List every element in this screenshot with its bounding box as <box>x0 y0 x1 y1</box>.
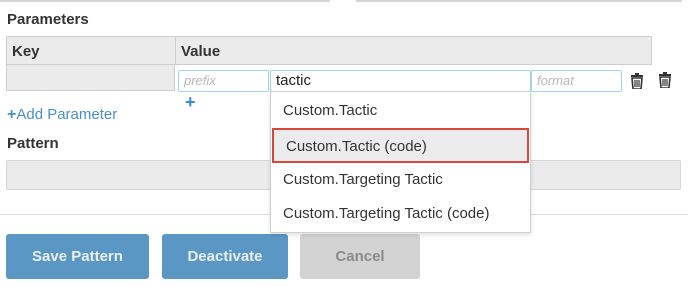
header-divider <box>175 37 176 65</box>
dropdown-item[interactable]: Custom.Targeting Tactic (code) <box>271 197 530 231</box>
trash-icon[interactable] <box>658 72 672 88</box>
parameters-heading: Parameters <box>7 11 89 28</box>
save-pattern-button[interactable]: Save Pattern <box>6 234 149 279</box>
add-parameter-link[interactable]: +Add Parameter <box>7 106 117 124</box>
dropdown-item[interactable]: Custom.Targeting Tactic <box>271 163 530 197</box>
prefix-input[interactable]: prefix <box>178 70 269 92</box>
top-field-edges <box>0 0 688 4</box>
add-parameter-label: Add Parameter <box>16 106 118 123</box>
format-input[interactable]: format <box>531 70 622 92</box>
key-cell[interactable] <box>6 65 175 91</box>
trash-icon[interactable] <box>630 73 644 89</box>
deactivate-button[interactable]: Deactivate <box>162 234 288 279</box>
table-header-row: Key Value <box>6 36 652 65</box>
top-field-right-edge <box>356 0 682 2</box>
cancel-button[interactable]: Cancel <box>300 234 420 279</box>
autocomplete-dropdown: Custom.Tactic Custom.Tactic (code) Custo… <box>270 91 531 233</box>
top-field-left-edge <box>0 0 330 2</box>
pattern-heading: Pattern <box>7 135 59 152</box>
plus-icon: + <box>7 106 17 123</box>
header-value: Value <box>181 43 221 60</box>
header-key: Key <box>12 43 40 60</box>
value-input[interactable]: tactic <box>270 70 531 92</box>
dropdown-item[interactable]: Custom.Tactic <box>271 94 530 128</box>
dropdown-item-highlighted[interactable]: Custom.Tactic (code) <box>272 128 529 163</box>
plus-icon[interactable]: + <box>185 93 196 111</box>
